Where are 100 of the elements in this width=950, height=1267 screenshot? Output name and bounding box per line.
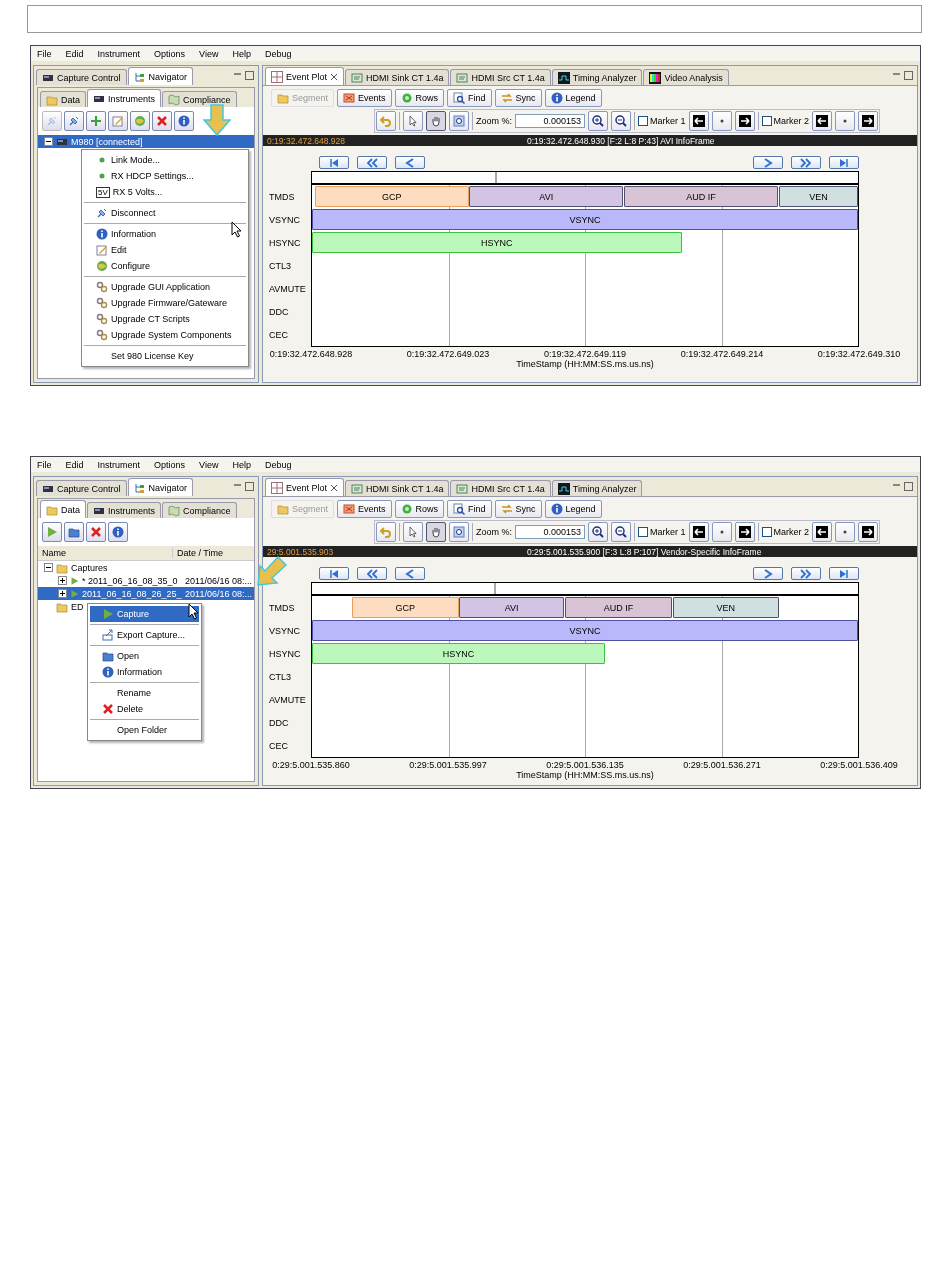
toolbar-button[interactable]: Find [447,500,492,518]
zoom-field[interactable]: 0.000153 [515,525,585,539]
menu-bar-item[interactable]: Debug [264,48,292,59]
tab[interactable]: Instruments [87,89,162,107]
toolbar-button[interactable] [108,522,128,542]
navigation-button[interactable] [753,156,783,169]
marker-previous-button[interactable] [688,111,709,131]
marker-next-button[interactable] [734,522,755,542]
menu-bar-item[interactable]: View [199,459,219,470]
tab[interactable]: Video Analysis [643,69,729,85]
marker-next-button[interactable] [858,111,879,131]
marker-checkbox[interactable] [638,527,648,537]
tab[interactable]: Navigator [127,67,194,85]
close-icon[interactable] [330,483,339,492]
menu-bar-item[interactable]: View [199,48,219,59]
toolbar-button[interactable] [64,522,84,542]
toolbar-button[interactable]: Legend [544,89,602,107]
navigation-button[interactable] [357,567,387,580]
event-segment[interactable]: GCP [351,597,459,618]
menu-item[interactable]: Disconnect [84,205,246,221]
tool-button[interactable] [403,522,423,542]
event-segment[interactable]: AUD IF [624,186,778,207]
navigation-button[interactable] [829,156,859,169]
tab[interactable]: Data [40,500,86,518]
tab[interactable]: Compliance [162,502,237,518]
expand-icon[interactable] [58,576,67,585]
marker-previous-button[interactable] [688,522,709,542]
toolbar-button[interactable] [64,111,84,131]
maximize-icon[interactable] [245,71,254,80]
maximize-icon[interactable] [904,482,913,491]
zoom-out-button[interactable] [611,522,631,542]
menu-bar-item[interactable]: Edid [65,459,84,470]
tab[interactable]: Timing Analyzer [551,69,643,85]
tab[interactable]: Capture Control [36,69,127,85]
menu-bar-item[interactable]: Debug [264,459,292,470]
toolbar-button[interactable] [86,111,106,131]
tab[interactable]: HDMI Src CT 1.4a [450,69,551,85]
menu-item[interactable]: Open [90,648,200,664]
navigation-button[interactable] [319,156,349,169]
marker-checkbox[interactable] [761,527,772,537]
marker-center-button[interactable] [835,111,856,131]
navigation-button[interactable] [357,156,387,169]
menu-item[interactable]: Upgrade CT Scripts [84,311,246,327]
tree-row[interactable]: * 2011_06_16_08_35_0 2011/06/16 08:... [38,574,254,587]
tab[interactable]: Capture Control [36,480,127,496]
navigation-button[interactable] [829,567,859,580]
menu-bar-item[interactable]: File [37,48,52,59]
navigation-button[interactable] [395,156,425,169]
tab[interactable]: HDMI Sink CT 1.4a [345,69,450,85]
close-icon[interactable] [330,72,339,81]
zoom-in-button[interactable] [588,111,608,131]
menu-item[interactable]: Set 980 License Key [84,348,246,364]
marker-center-button[interactable] [711,111,732,131]
marker-next-button[interactable] [858,522,879,542]
tab[interactable]: Compliance [162,91,237,107]
marker-previous-button[interactable] [812,522,833,542]
menu-item[interactable]: RX HDCP Settings... [84,168,246,184]
marker-checkbox[interactable] [638,116,648,126]
zoom-in-button[interactable] [588,522,608,542]
tree-row[interactable]: Captures [38,561,254,574]
navigation-button[interactable] [395,567,425,580]
maximize-icon[interactable] [904,71,913,80]
menu-bar-item[interactable]: Help [232,48,251,59]
menu-item[interactable]: Edit [84,242,246,258]
tool-button[interactable] [449,522,469,542]
toolbar-button[interactable] [174,111,194,131]
toolbar-button[interactable]: Rows [394,89,445,107]
tab[interactable]: HDMI Src CT 1.4a [450,480,551,496]
toolbar-button[interactable]: Events [337,89,392,107]
navigation-button[interactable] [791,156,821,169]
tool-button[interactable] [449,111,469,131]
tab[interactable]: Data [40,91,86,107]
collapse-icon[interactable] [44,563,53,572]
navigation-button[interactable] [753,567,783,580]
column-header[interactable]: Name [38,548,173,558]
column-header[interactable]: Date / Time [173,548,223,558]
toolbar-button[interactable] [108,111,128,131]
marker-checkbox[interactable] [761,116,772,126]
menu-item[interactable]: Open Folder [90,722,200,738]
menu-bar-item[interactable]: Edid [65,48,84,59]
tree-row[interactable]: M980 [connected] [38,135,254,148]
menu-item[interactable]: Export Capture... [90,627,200,643]
event-segment[interactable]: HSYNC [312,232,682,253]
menu-item[interactable]: Configure [84,258,246,274]
menu-item[interactable]: Link Mode... [84,152,246,168]
menu-item[interactable]: Upgrade Firmware/Gateware [84,295,246,311]
tab[interactable]: HDMI Sink CT 1.4a [345,480,450,496]
toolbar-button[interactable] [42,522,62,542]
menu-bar-item[interactable]: File [37,459,52,470]
toolbar-button[interactable]: Legend [544,500,602,518]
marker-center-button[interactable] [835,522,856,542]
menu-item[interactable]: Rename [90,685,200,701]
menu-item[interactable]: Upgrade GUI Application [84,279,246,295]
tool-button[interactable] [426,522,446,542]
event-segment[interactable]: VSYNC [312,209,858,230]
collapse-icon[interactable] [44,137,53,146]
tree-row[interactable]: 2011_06_16_08_26_25_ 2011/06/16 08:... [38,587,254,600]
event-segment[interactable]: GCP [314,186,469,207]
marker-center-button[interactable] [711,522,732,542]
menu-item[interactable]: Capture [90,606,200,622]
